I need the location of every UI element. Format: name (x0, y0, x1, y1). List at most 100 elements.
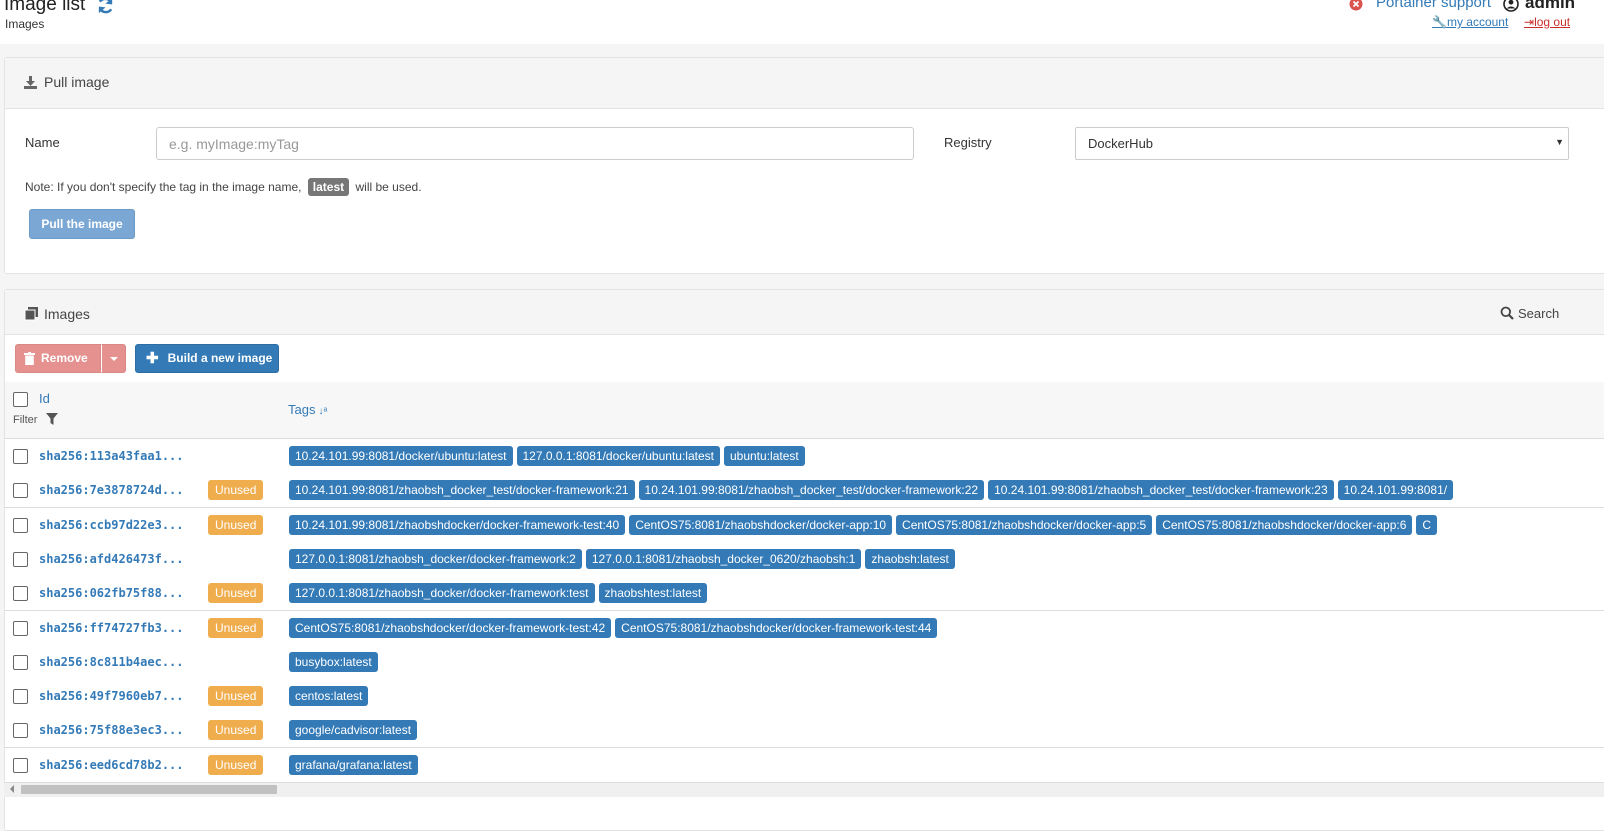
row-checkbox[interactable] (13, 449, 28, 464)
table-row: sha256:062fb75f88... Unused 127.0.0.1:8081… (5, 576, 1604, 612)
image-tag: 10.24.101.99:8081/zhaobsh_docker_test/do… (289, 480, 635, 501)
search-label[interactable]: Search (1518, 306, 1559, 321)
table-row: sha256:75f88e3ec3... Unused google/cadviso… (5, 713, 1604, 749)
row-checkbox[interactable] (13, 551, 28, 567)
table-header: Id Filter Tags ↓ᵃ (5, 382, 1604, 440)
image-tag: 10.24.101.99:8081/zhaobsh_docker_test/do… (638, 480, 985, 501)
wrench-icon: 🔧 (1432, 15, 1447, 29)
unused-badge: Unused (208, 617, 264, 638)
table-row: sha256:afd426473f... 127.0.0.1:8081/zhaob… (5, 541, 1604, 577)
image-tag: 127.0.0.1:8081/docker/ubuntu:latest (516, 446, 720, 466)
table-row: sha256:7e3878724d... Unused 10.24.101.99:8… (5, 473, 1604, 509)
image-tag: zhaobshtest:latest (598, 583, 708, 604)
pull-image-button[interactable]: Pull the image (29, 209, 135, 239)
search-icon (1500, 306, 1514, 320)
image-id-link[interactable]: sha256:75f88e3ec3... (39, 723, 184, 737)
image-id-link[interactable]: sha256:113a43faa1... (39, 449, 184, 463)
image-tag: 10.24.101.99:8081/zhaobsh_docker_test/do… (988, 480, 1334, 501)
refresh-icon[interactable] (96, 0, 115, 15)
row-checkbox[interactable] (13, 757, 28, 773)
row-checkbox[interactable] (13, 689, 28, 705)
image-tags: 10.24.101.99:8081/zhaobshdocker/docker-f… (289, 514, 1441, 535)
image-tags: 10.24.101.99:8081/docker/ubuntu:latest 12… (289, 446, 809, 466)
table-row: sha256:113a43faa1... 10.24.101.99:8081/do… (5, 439, 1604, 474)
image-tag: CentOS75:8081/zhaobshdocker/docker-frame… (615, 617, 938, 638)
remove-button[interactable]: Remove (15, 344, 101, 373)
image-tags: grafana/grafana:latest (289, 754, 422, 775)
row-checkbox[interactable] (13, 654, 28, 670)
logout-link[interactable]: ⇥log out (1524, 15, 1570, 29)
row-checkbox[interactable] (13, 723, 28, 739)
pull-image-widget: Pull image Name Registry DockerHub ▼ Not… (4, 57, 1604, 274)
my-account-label: my account (1446, 15, 1509, 29)
table-row: sha256:eed6cd78b2... Unused grafana/grafan… (5, 747, 1604, 783)
filter-icon[interactable] (46, 413, 58, 425)
image-name-input[interactable] (156, 127, 914, 160)
unused-badge: Unused (208, 583, 264, 604)
image-id-link[interactable]: sha256:062fb75f88... (39, 586, 184, 600)
scroll-left-arrow-icon[interactable] (10, 785, 14, 793)
image-id-link[interactable]: sha256:8c811b4aec... (39, 655, 184, 669)
pull-image-header: Pull image (5, 58, 1604, 109)
row-checkbox[interactable] (13, 620, 28, 636)
image-tags: CentOS75:8081/zhaobshdocker/docker-frame… (289, 617, 941, 638)
remove-label: Remove (41, 351, 88, 365)
unused-badge: Unused (208, 514, 264, 535)
select-all-checkbox[interactable] (13, 392, 28, 407)
my-account-link[interactable]: 🔧my account (1432, 15, 1508, 29)
image-id-link[interactable]: sha256:ccb97d22e3... (39, 518, 184, 532)
name-label: Name (25, 135, 60, 150)
plus-icon: ✚ (146, 350, 159, 367)
image-tags: 127.0.0.1:8081/zhaobsh_docker/docker-fra… (289, 583, 711, 604)
filter-label[interactable]: Filter (13, 414, 37, 426)
horizontal-scrollbar[interactable] (4, 782, 1604, 797)
scrollbar-thumb[interactable] (21, 785, 277, 794)
images-header: Images Search (5, 290, 1604, 335)
tag-note: Note: If you don't specify the tag in th… (25, 178, 422, 196)
column-header-tags[interactable]: Tags ↓ᵃ (288, 402, 327, 417)
note-text-after: will be used. (355, 180, 422, 194)
image-tag: C (1416, 514, 1438, 535)
images-widget: Images Search Remove ✚ Build a new image… (4, 289, 1604, 831)
image-tags: centos:latest (289, 686, 372, 707)
image-tag: 127.0.0.1:8081/zhaobsh_docker/docker-fra… (289, 583, 595, 604)
image-tag: CentOS75:8081/zhaobshdocker/docker-frame… (289, 617, 612, 638)
image-tag: CentOS75:8081/zhaobshdocker/docker-app:6 (1156, 514, 1413, 535)
column-header-id[interactable]: Id (39, 391, 50, 406)
image-tag: ubuntu:latest (723, 446, 805, 466)
image-tag: google/cadvisor:latest (289, 720, 418, 741)
note-tag-badge: latest (307, 178, 350, 196)
row-checkbox[interactable] (13, 517, 28, 533)
table-row: sha256:ff74727fb3... Unused CentOS75:8081/… (5, 610, 1604, 646)
clone-icon (24, 307, 38, 321)
image-id-link[interactable]: sha256:eed6cd78b2... (39, 758, 184, 772)
image-id-link[interactable]: sha256:7e3878724d... (39, 483, 184, 497)
row-checkbox[interactable] (13, 586, 28, 602)
image-tag: 10.24.101.99:8081/ (1337, 480, 1454, 501)
unused-badge: Unused (208, 480, 264, 501)
download-icon (24, 76, 37, 89)
sort-alpha-icon: ↓ᵃ (318, 406, 328, 417)
image-tag: CentOS75:8081/zhaobshdocker/docker-app:1… (629, 514, 893, 535)
note-text-before: Note: If you don't specify the tag in th… (25, 180, 302, 194)
image-tags: 10.24.101.99:8081/zhaobsh_docker_test/do… (289, 480, 1457, 501)
image-tag: grafana/grafana:latest (289, 754, 418, 775)
image-id-link[interactable]: sha256:ff74727fb3... (39, 621, 184, 635)
remove-options-dropdown[interactable] (101, 344, 126, 373)
image-id-link[interactable]: sha256:afd426473f... (39, 552, 184, 566)
table-row: sha256:49f7960eb7... Unused centos:latest (5, 679, 1604, 715)
row-checkbox[interactable] (13, 483, 28, 499)
username: admin (1525, 0, 1576, 12)
images-title: Images (44, 306, 90, 322)
table-row: sha256:ccb97d22e3... Unused 10.24.101.99:8… (5, 507, 1604, 543)
image-tags: 127.0.0.1:8081/zhaobsh_docker/docker-fra… (289, 548, 959, 569)
table-row: sha256:8c811b4aec... busybox:latest (5, 644, 1604, 680)
build-image-button[interactable]: ✚ Build a new image (135, 344, 279, 373)
trash-icon (24, 352, 35, 365)
registry-select[interactable]: DockerHub ▼ (1075, 127, 1569, 160)
image-tag: centos:latest (289, 686, 369, 707)
portainer-support-link[interactable]: Portainer support (1376, 0, 1491, 11)
image-tag: busybox:latest (289, 651, 378, 672)
image-id-link[interactable]: sha256:49f7960eb7... (39, 689, 184, 703)
registry-value: DockerHub (1088, 136, 1154, 151)
